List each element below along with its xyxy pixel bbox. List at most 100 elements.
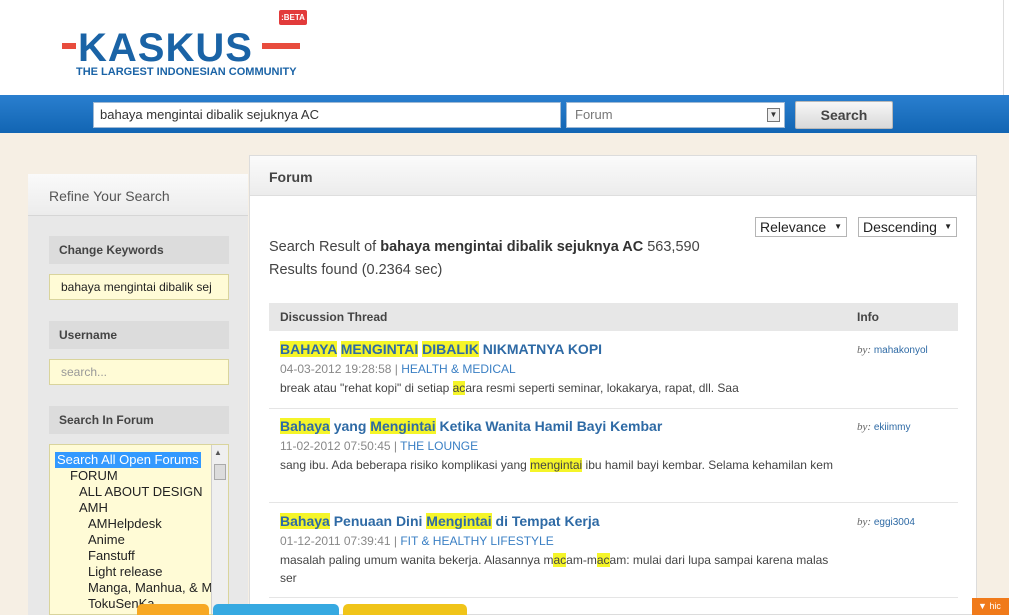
text-segment: break atau "rehat kopi" di setiap <box>280 381 453 395</box>
text-segment: Ketika Wanita Hamil Bayi Kembar <box>435 418 663 434</box>
text-segment: masalah paling umum wanita bekerja. Alas… <box>280 553 554 567</box>
result-meta: 04-03-2012 19:28:58 | HEALTH & MEDICAL <box>280 362 516 376</box>
highlighted-term: Mengintai <box>370 418 436 434</box>
text-segment: sang ibu. Ada beberapa risiko komplikasi… <box>280 458 531 472</box>
refine-keywords-input[interactable]: bahaya mengintai dibalik sej <box>49 274 229 300</box>
highlighted-term: ac <box>553 553 567 567</box>
search-summary: Search Result of bahaya mengintai dibali… <box>269 236 739 282</box>
shortcut-tab[interactable] <box>213 604 339 615</box>
result-date: 01-12-2011 07:39:41 <box>280 534 391 548</box>
highlighted-term: Mengintai <box>426 513 492 529</box>
results-table-header: Discussion Thread Info <box>269 303 958 331</box>
result-row: BAHAYA MENGINTAI DIBALIK NIKMATNYA KOPI … <box>269 341 958 409</box>
author-link[interactable]: mahakonyol <box>874 345 928 356</box>
scope-selected-value: Forum <box>575 107 613 122</box>
scroll-thumb[interactable] <box>214 464 226 480</box>
text-segment: NIKMATNYA KOPI <box>478 341 603 357</box>
result-meta: 01-12-2011 07:39:41 | FIT & HEALTHY LIFE… <box>280 534 554 548</box>
sort-by-value: Relevance <box>760 219 827 235</box>
author-link[interactable]: eggi3004 <box>874 517 915 528</box>
forum-option-all[interactable]: Search All Open Forums <box>55 452 201 468</box>
dropdown-arrow-icon: ▼ <box>834 222 842 231</box>
change-keywords-label: Change Keywords <box>49 236 229 264</box>
column-header-info: Info <box>857 310 879 324</box>
highlighted-term: mengintai <box>530 458 583 472</box>
forum-list-scrollbar[interactable]: ▲ <box>211 445 228 614</box>
logo-tagline: THE LARGEST INDONESIAN COMMUNITY <box>76 66 297 78</box>
search-bar: bahaya mengintai dibalik sejuknya AC For… <box>0 95 1009 133</box>
text-segment: ibu hamil bayi kembar. Selama kehamilan … <box>582 458 833 472</box>
highlighted-term: DIBALIK <box>422 341 479 357</box>
result-author: by: eggi3004 <box>857 516 915 528</box>
column-header-thread: Discussion Thread <box>280 310 388 324</box>
highlighted-term: ac <box>596 553 610 567</box>
highlighted-term: BAHAYA <box>280 341 337 357</box>
search-in-forum-label: Search In Forum <box>49 406 229 434</box>
summary-query: bahaya mengintai dibalik sejuknya AC <box>380 239 644 255</box>
text-segment: di Tempat Kerja <box>491 513 600 529</box>
result-category-link[interactable]: FIT & HEALTHY LIFESTYLE <box>400 534 553 548</box>
forum-option[interactable]: AMH <box>79 500 108 516</box>
forum-option[interactable]: Manga, Manhua, & M <box>88 580 212 596</box>
forum-option[interactable]: FORUM <box>70 468 118 484</box>
kaskus-logo[interactable]: KASKUS :BETA THE LARGEST INDONESIAN COMM… <box>62 10 312 82</box>
highlighted-term: Bahaya <box>280 418 330 434</box>
keyword-search-input[interactable]: bahaya mengintai dibalik sejuknya AC <box>93 102 561 128</box>
username-input[interactable]: search... <box>49 359 229 385</box>
forum-option[interactable]: ALL ABOUT DESIGN <box>79 484 203 500</box>
result-snippet: masalah paling umum wanita bekerja. Alas… <box>280 551 835 587</box>
hide-toggle-button[interactable]: ▼ hic <box>972 598 1009 615</box>
forum-option[interactable]: Fanstuff <box>88 548 135 564</box>
search-button[interactable]: Search <box>795 101 893 129</box>
highlighted-term: ac <box>452 381 466 395</box>
shortcut-tab[interactable] <box>137 604 209 615</box>
forum-select-list[interactable]: Search All Open Forums FORUM ALL ABOUT D… <box>49 444 229 615</box>
forum-option[interactable]: Light release <box>88 564 162 580</box>
search-scope-select[interactable]: Forum ▼ <box>566 102 785 128</box>
logo-dash-left <box>62 43 76 49</box>
shortcut-tab[interactable] <box>343 604 467 615</box>
result-row: Bahaya Penuaan Dini Mengintai di Tempat … <box>269 513 958 598</box>
by-label: by: <box>857 344 872 356</box>
result-category-link[interactable]: THE LOUNGE <box>400 439 478 453</box>
logo-dash-right <box>262 43 300 49</box>
bottom-shortcut-tabs <box>0 604 1009 615</box>
username-label: Username <box>49 321 229 349</box>
logo-wordmark: KASKUS <box>78 26 253 70</box>
panel-title: Forum <box>250 156 976 196</box>
beta-badge: :BETA <box>279 10 307 25</box>
scroll-up-icon[interactable]: ▲ <box>214 448 222 457</box>
result-snippet: break atau "rehat kopi" di setiap acara … <box>280 379 835 397</box>
highlighted-term: MENGINTAI <box>340 341 419 357</box>
dropdown-arrow-icon: ▼ <box>944 222 952 231</box>
highlighted-term: Bahaya <box>280 513 330 529</box>
text-segment: ara resmi seperti seminar, lokakarya, ra… <box>465 381 739 395</box>
summary-time: Results found (0.2364 sec) <box>269 262 443 278</box>
refine-sidebar: Refine Your Search Change Keywords bahay… <box>28 174 248 615</box>
header-divider <box>1003 0 1004 95</box>
author-link[interactable]: ekiimmy <box>874 422 911 433</box>
forum-option[interactable]: AMHelpdesk <box>88 516 162 532</box>
result-category-link[interactable]: HEALTH & MEDICAL <box>401 362 515 376</box>
result-snippet: sang ibu. Ada beberapa risiko komplikasi… <box>280 456 835 474</box>
summary-prefix: Search Result of <box>269 239 377 255</box>
result-title-link[interactable]: Bahaya yang Mengintai Ketika Wanita Hami… <box>280 418 662 434</box>
sort-by-select[interactable]: Relevance ▼ <box>755 217 847 237</box>
text-segment: Penuaan Dini <box>329 513 427 529</box>
forum-option[interactable]: Anime <box>88 532 125 548</box>
by-label: by: <box>857 516 872 528</box>
sort-order-select[interactable]: Descending ▼ <box>858 217 957 237</box>
result-title-link[interactable]: Bahaya Penuaan Dini Mengintai di Tempat … <box>280 513 600 529</box>
summary-count: 563,590 <box>647 239 700 255</box>
result-date: 04-03-2012 19:28:58 <box>280 362 392 376</box>
sidebar-title: Refine Your Search <box>28 174 248 216</box>
result-row: Bahaya yang Mengintai Ketika Wanita Hami… <box>269 418 958 503</box>
result-author: by: ekiimmy <box>857 421 911 433</box>
result-meta: 11-02-2012 07:50:45 | THE LOUNGE <box>280 439 479 453</box>
by-label: by: <box>857 421 872 433</box>
site-header: KASKUS :BETA THE LARGEST INDONESIAN COMM… <box>0 0 1009 95</box>
result-title-link[interactable]: BAHAYA MENGINTAI DIBALIK NIKMATNYA KOPI <box>280 341 602 357</box>
results-panel: Forum Relevance ▼ Descending ▼ Search Re… <box>249 155 977 615</box>
result-author: by: mahakonyol <box>857 344 928 356</box>
dropdown-arrow-icon[interactable]: ▼ <box>767 108 780 122</box>
